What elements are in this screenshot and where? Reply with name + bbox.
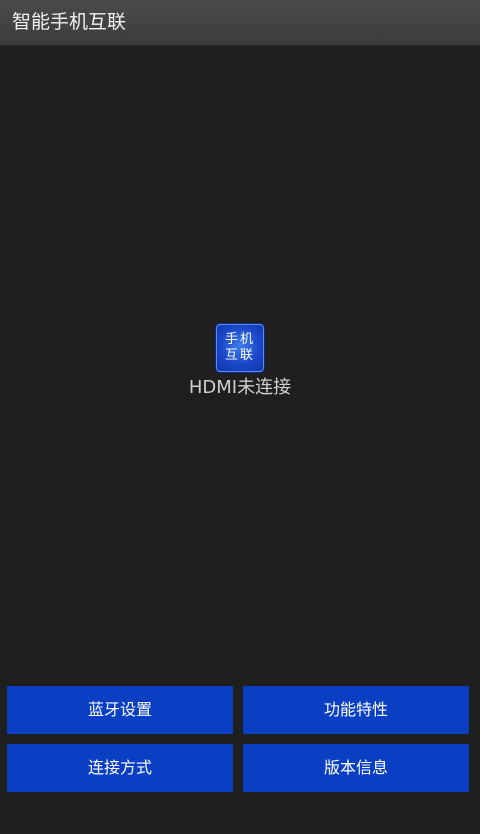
hdmi-status-text: HDMI未连接 [188,377,292,398]
status-panel: 手机 互联 HDMI未连接 [0,324,480,400]
app-icon-text-line2: 互联 [224,348,255,363]
features-button[interactable]: 功能特性 [243,686,469,734]
version-info-button[interactable]: 版本信息 [243,744,469,792]
title-bar: 智能手机互联 [0,0,480,46]
bluetooth-settings-button[interactable]: 蓝牙设置 [7,686,233,734]
app-icon-text-line1: 手机 [224,332,255,347]
phone-link-app-icon: 手机 互联 [216,324,264,372]
connection-mode-button[interactable]: 连接方式 [7,744,233,792]
app-title: 智能手机互联 [12,11,127,33]
app-screen: 智能手机互联 手机 互联 HDMI未连接 蓝牙设置 功能特性 连接方式 版本信息 [0,0,480,834]
